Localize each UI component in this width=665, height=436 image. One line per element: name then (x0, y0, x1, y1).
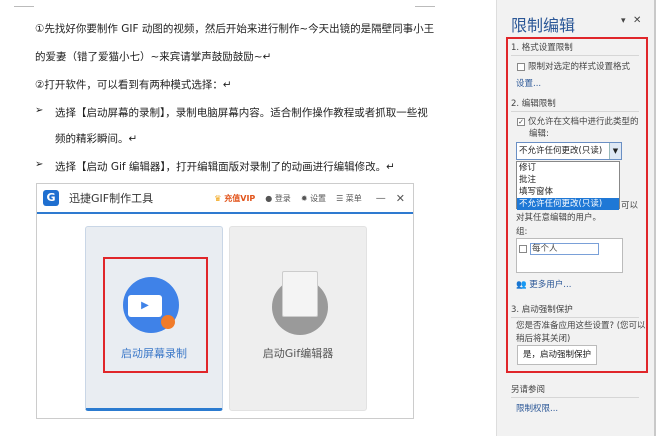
settings-button[interactable]: ✹ 设置 (301, 193, 326, 204)
checkmark-icon: ✓ (517, 117, 525, 126)
exceptions-text-partial: 可以 (621, 201, 639, 211)
dropdown-option-selected[interactable]: 不允许任何更改(只读) (517, 198, 619, 210)
doc-line: ②打开软件，可以看到有两种模式选择：↵ (35, 79, 232, 91)
hamburger-icon: ☰ (336, 193, 344, 203)
dropdown-option[interactable]: 填写窗体 (517, 186, 619, 198)
section-edit-heading: 2. 编辑限制 (511, 97, 639, 112)
section-format-heading: 1. 格式设置限制 (511, 41, 639, 56)
users-icon: 👥 (516, 280, 527, 290)
dropdown-option[interactable]: 修订 (517, 162, 619, 174)
chevron-down-icon[interactable]: ▼ (609, 143, 621, 159)
dropdown-option[interactable]: 批注 (517, 174, 619, 186)
enforce-question: 您是否准备应用这些设置? (您可以 (516, 321, 646, 331)
dropdown-value: 不允许任何更改(只读) (519, 146, 603, 156)
more-users-link[interactable]: 👥 更多用户... (516, 278, 571, 290)
doc-line: 的爱妻（错了爱猫小七）~来宾请掌声鼓励鼓励~↵ (35, 51, 272, 63)
pane-close-button[interactable]: ✕ (633, 15, 641, 26)
group-listbox: 每个人 (516, 238, 623, 273)
screen-record-card[interactable]: ▶ 启动屏幕录制 (85, 226, 223, 411)
record-illustration: ▶ (123, 277, 179, 333)
edit-restrict-label: 编辑: (529, 129, 549, 139)
doc-line: ①先找好你要制作 GIF 动图的视频，然后开始来进行制作~今天出镜的是隔壁同事小… (35, 23, 435, 35)
restrict-permission-link[interactable]: 限制权限... (516, 402, 558, 414)
restrict-editing-pane: 限制编辑 ▾ ✕ 1. 格式设置限制 限制对选定的样式设置格式 设置... 2.… (496, 0, 656, 436)
settings-link[interactable]: 设置... (516, 77, 541, 89)
checkbox-icon (517, 62, 525, 71)
gif-tool-window: G 迅捷GIF制作工具 ♛ 充值VIP ● 登录 ✹ 设置 ☰ 菜单 — ✕ ▶… (36, 183, 414, 419)
exceptions-text: 对其任意编辑的用户。 (516, 213, 602, 223)
pane-title: 限制编辑 (511, 16, 576, 35)
margin-mark (14, 6, 34, 7)
minimize-button[interactable]: — (376, 193, 386, 204)
gear-icon: ✹ (300, 193, 308, 203)
bullet-marker: ➢ (35, 159, 44, 170)
bullet-marker: ➢ (35, 105, 44, 116)
group-everyone-checkbox[interactable]: 每个人 (519, 242, 622, 255)
format-restrict-checkbox[interactable]: 限制对选定的样式设置格式 (517, 60, 630, 72)
document-area: ①先找好你要制作 GIF 动图的视频，然后开始来进行制作~今天出镜的是隔壁同事小… (0, 0, 490, 436)
editor-illustration (272, 271, 328, 335)
title-bar: G 迅捷GIF制作工具 ♛ 充值VIP ● 登录 ✹ 设置 ☰ 菜单 — ✕ (37, 184, 413, 214)
doc-line: 选择【启动屏幕的录制】，录制电脑屏幕内容。适合制作操作教程或者抓取一些视 (55, 107, 428, 119)
pane-options-button[interactable]: ▾ (621, 16, 626, 26)
record-dot-icon (161, 315, 175, 329)
login-button[interactable]: ● 登录 (265, 193, 291, 204)
edit-restrict-checkbox[interactable]: ✓ 仅允许在文档中进行此类型的 (517, 115, 639, 127)
close-button[interactable]: ✕ (396, 192, 405, 205)
gif-editor-label: 启动Gif编辑器 (262, 347, 334, 360)
dropdown-list: 修订 批注 填写窗体 不允许任何更改(只读) (516, 161, 620, 210)
start-enforcing-button[interactable]: 是，启动强制保护 (517, 345, 597, 365)
checkbox-icon (519, 244, 527, 253)
crown-icon: ♛ (214, 193, 222, 203)
gif-editor-card[interactable]: 启动Gif编辑器 (229, 226, 367, 411)
user-icon: ● (265, 193, 273, 203)
screen-record-label: 启动屏幕录制 (121, 347, 187, 360)
app-title: 迅捷GIF制作工具 (69, 192, 154, 205)
enforce-question-cont: 稍后将其关闭) (516, 334, 571, 344)
document-icon (282, 271, 318, 317)
section-enforce-heading: 3. 启动强制保护 (511, 303, 639, 318)
margin-mark (415, 6, 435, 7)
see-also-heading: 另请参阅 (511, 383, 639, 398)
play-icon: ▶ (128, 295, 162, 317)
doc-line: 选择【启动 Gif 编辑器】，打开编辑面版对录制了的动画进行编辑修改。↵ (55, 161, 395, 173)
vip-button[interactable]: ♛ 充值VIP (214, 193, 255, 204)
doc-line: 频的精彩瞬间。↵ (55, 133, 138, 145)
edit-type-dropdown[interactable]: 不允许任何更改(只读) ▼ (516, 142, 622, 160)
group-label: 组: (516, 227, 528, 237)
app-logo-icon: G (43, 190, 59, 206)
menu-button[interactable]: ☰ 菜单 (336, 193, 362, 204)
